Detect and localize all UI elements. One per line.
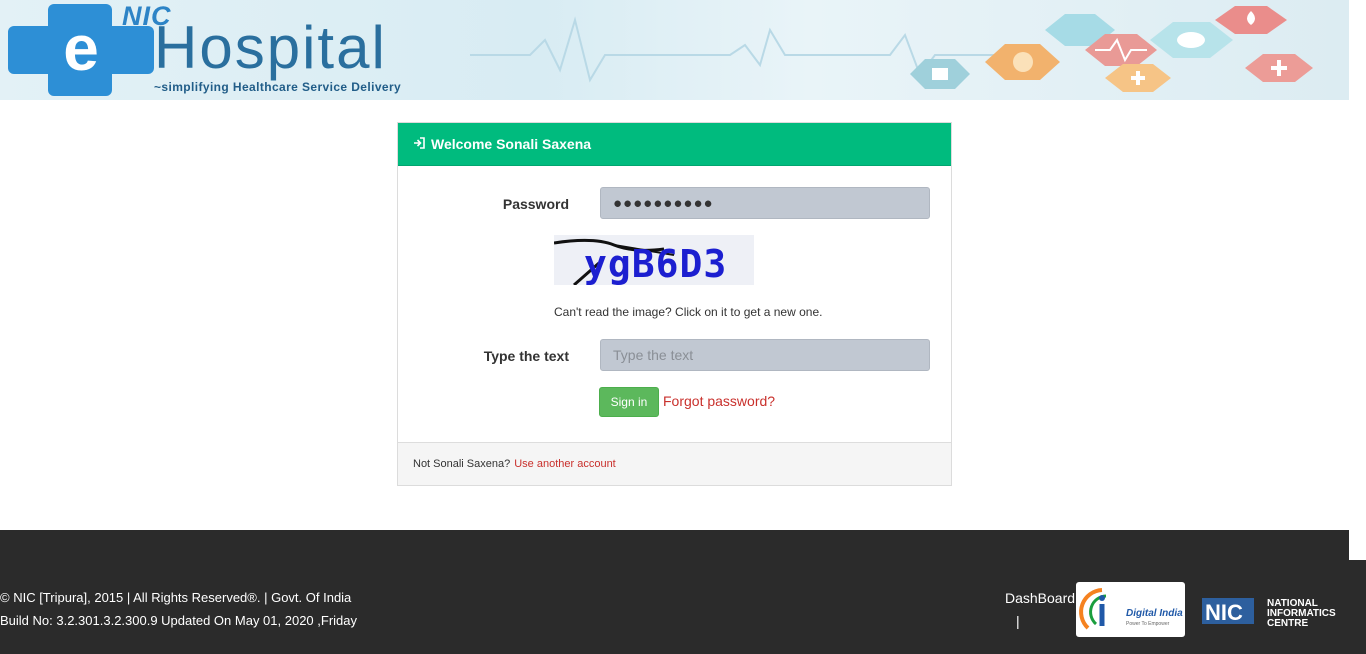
footer-info: © NIC [Tripura], 2015 | All Rights Reser… [0, 586, 357, 632]
type-text-label: Type the text [483, 348, 569, 364]
dashboard-link[interactable]: DashBoard [1005, 590, 1075, 606]
nic-logo[interactable]: NIC NATIONAL INFORMATICS CENTRE [1200, 590, 1352, 632]
nic-line-3: CENTRE [1267, 618, 1308, 629]
logo-tagline: ~simplifying Healthcare Service Delivery [154, 80, 402, 94]
footer-separator: | [1016, 613, 1020, 629]
password-label: Password [502, 196, 569, 212]
footer-edge [1349, 560, 1366, 654]
forgot-password-link[interactable]: Forgot password? [663, 393, 775, 409]
digital-india-subtext: Power To Empower [1126, 621, 1170, 627]
sign-in-button[interactable]: Sign in [599, 387, 659, 417]
digital-india-logo[interactable]: Digital India Power To Empower [1076, 582, 1185, 637]
panel-header: Welcome Sonali Saxena [398, 123, 951, 166]
password-input[interactable]: ●●●●●●●●●● [600, 187, 930, 219]
copyright-text: © NIC [Tripura], 2015 | All Rights Reser… [0, 590, 352, 605]
captcha-text: ygB6D3 [584, 242, 727, 285]
not-user-text: Not Sonali Saxena? [413, 458, 511, 470]
sign-in-icon [413, 136, 425, 152]
healthcare-hexagons-decoration [910, 6, 1313, 92]
nic-abbr: NIC [1205, 600, 1243, 625]
use-another-account-link[interactable]: Use another account [514, 458, 616, 470]
captcha-image[interactable]: ygB6D3 [554, 235, 754, 285]
panel-footer: Not Sonali Saxena? Use another account [398, 442, 951, 485]
captcha-hint: Can't read the image? Click on it to get… [554, 305, 823, 319]
page-footer: © NIC [Tripura], 2015 | All Rights Reser… [0, 530, 1349, 654]
welcome-text: Welcome Sonali Saxena [431, 136, 592, 152]
logo-title: Hospital [154, 14, 387, 81]
digital-india-text: Digital India [1126, 608, 1183, 619]
header-banner: e NIC Hospital ~simplifying Healthcare S… [0, 0, 1349, 100]
captcha-input[interactable]: Type the text [600, 339, 930, 371]
logo-e: e [63, 12, 99, 84]
build-info: Build No: 3.2.301.3.2.300.9 Updated On M… [0, 613, 358, 628]
login-panel: Welcome Sonali Saxena Password ●●●●●●●●●… [397, 122, 952, 486]
